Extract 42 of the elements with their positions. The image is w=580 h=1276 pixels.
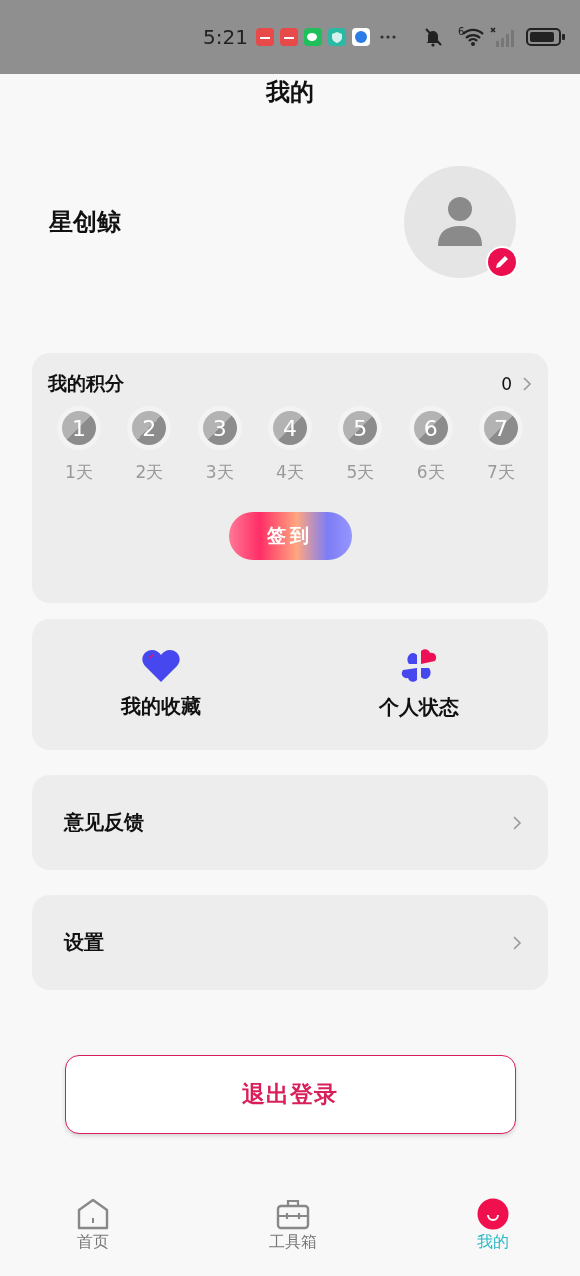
toolbox-icon <box>276 1198 310 1230</box>
signal-icon <box>490 27 517 47</box>
more-icon <box>379 35 396 39</box>
home-icon <box>76 1198 110 1230</box>
battery-icon <box>526 27 567 47</box>
edit-icon[interactable] <box>486 246 518 278</box>
points-value: 0 <box>501 374 512 394</box>
chat-icon <box>303 28 322 46</box>
day-label: 6天 <box>416 461 445 484</box>
menu-row[interactable]: 意见反馈 <box>32 775 548 870</box>
points-link[interactable]: 0 <box>501 374 532 394</box>
shortcut-item[interactable]: 个人状态 <box>290 619 548 750</box>
chevron-right-icon <box>512 934 522 951</box>
heart-icon <box>141 649 181 683</box>
logout-button[interactable]: 退出登录 <box>64 1055 516 1134</box>
points-title: 我的积分 <box>48 371 124 396</box>
chevron-right-icon <box>522 376 532 392</box>
day-label: 4天 <box>276 461 304 484</box>
chevron-right-icon <box>512 814 522 831</box>
day-label: 7天 <box>487 461 515 484</box>
wifi-icon <box>462 28 485 46</box>
status-time: 5:21 <box>203 25 248 49</box>
day-label: 5天 <box>346 461 375 484</box>
shortcut-label: 我的收藏 <box>121 693 201 720</box>
user-name: 星创鲸 <box>49 207 121 238</box>
shortcut-item[interactable]: 我的收藏 <box>32 619 290 750</box>
menu-label: 设置 <box>64 929 104 956</box>
person-icon <box>436 196 484 248</box>
muted-bell-icon <box>423 27 442 47</box>
tab[interactable]: 工具箱 <box>250 1194 336 1276</box>
shortcut-label: 个人状态 <box>379 694 459 721</box>
wifi-label: 6 <box>457 26 465 37</box>
menu-label: 意见反馈 <box>64 809 144 836</box>
page-title: 我的 <box>265 77 315 108</box>
clover-icon <box>400 648 438 684</box>
smile-icon <box>477 1198 509 1230</box>
tab[interactable]: 首页 <box>50 1194 136 1276</box>
menu-row[interactable]: 设置 <box>32 895 548 990</box>
shield-icon <box>327 28 346 46</box>
day-label: 2天 <box>135 461 164 484</box>
day-label: 3天 <box>205 461 234 484</box>
day-label: 1天 <box>65 461 93 484</box>
